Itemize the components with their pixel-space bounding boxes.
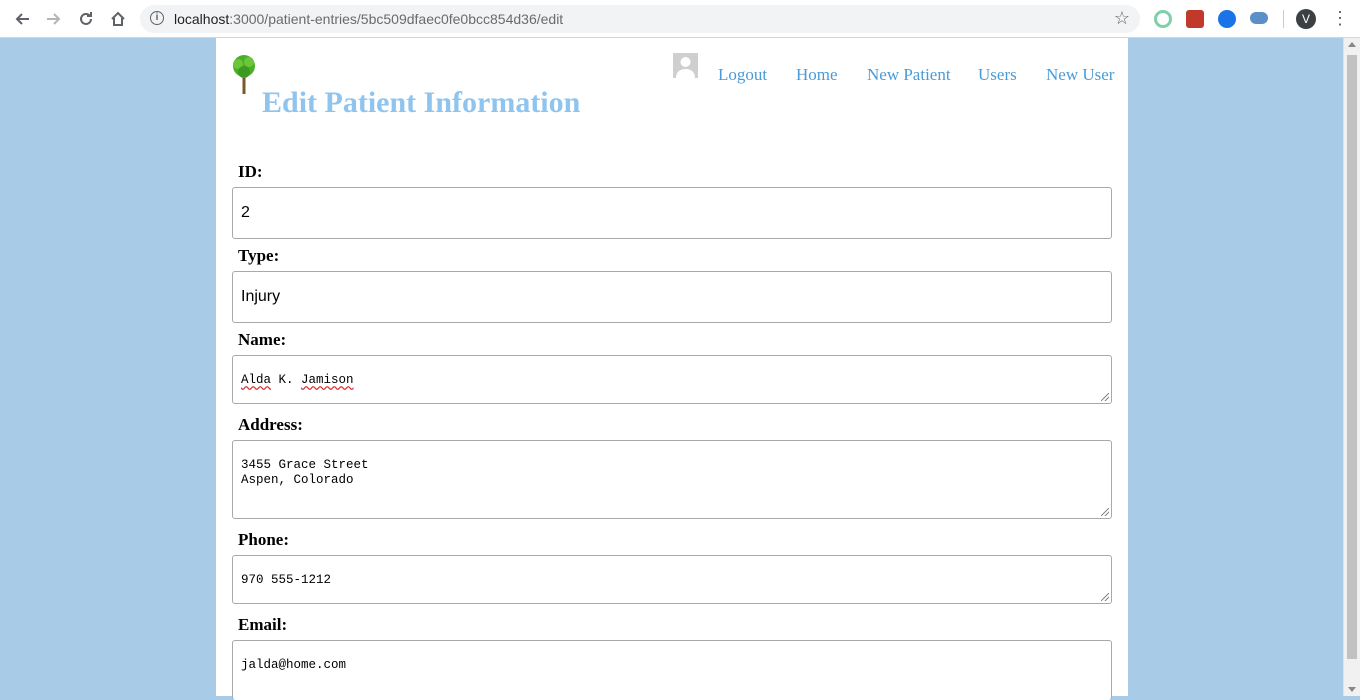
nav-new-user-link[interactable]: New User bbox=[1046, 65, 1114, 85]
email-label: Email: bbox=[238, 615, 288, 634]
type-label: Type: bbox=[238, 246, 280, 265]
forward-arrow-icon[interactable] bbox=[43, 8, 65, 30]
type-field[interactable]: Injury bbox=[232, 271, 1112, 323]
name-textarea[interactable]: Alda K. Jamison bbox=[232, 355, 1112, 404]
extension-blue-icon[interactable] bbox=[1218, 10, 1236, 28]
url-text[interactable]: localhost:3000/patient-entries/5bc509dfa… bbox=[174, 11, 563, 27]
tree-logo-icon bbox=[233, 55, 255, 94]
id-label: ID: bbox=[238, 162, 263, 181]
name-label: Name: bbox=[238, 330, 287, 349]
type-value: Injury bbox=[241, 288, 281, 305]
resize-handle[interactable] bbox=[1101, 508, 1109, 516]
email-value: jalda@home.com bbox=[241, 658, 347, 672]
phone-textarea[interactable]: 970 555-1212 bbox=[232, 555, 1112, 604]
user-avatar-icon[interactable] bbox=[673, 53, 698, 78]
page-scrollbar[interactable] bbox=[1343, 38, 1360, 696]
scrollbar-thumb[interactable] bbox=[1347, 55, 1357, 659]
resize-handle[interactable] bbox=[1101, 393, 1109, 401]
name-last: Jamison bbox=[301, 373, 354, 387]
scroll-up-icon[interactable] bbox=[1348, 42, 1356, 47]
name-value: Alda K. Jamison bbox=[241, 373, 354, 388]
menu-dots-icon[interactable]: ⋮ bbox=[1331, 7, 1349, 29]
home-icon[interactable] bbox=[107, 8, 129, 30]
phone-value: 970 555-1212 bbox=[241, 573, 332, 587]
star-icon[interactable]: ☆ bbox=[1114, 8, 1130, 29]
reload-icon[interactable] bbox=[75, 8, 97, 30]
id-field[interactable]: 2 bbox=[232, 187, 1112, 239]
browser-toolbar: i localhost:3000/patient-entries/5bc509d… bbox=[0, 0, 1360, 38]
page-content: Edit Patient Information Logout Home New… bbox=[216, 38, 1128, 700]
address-textarea[interactable]: 3455 Grace Street Aspen, Colorado bbox=[232, 440, 1112, 519]
extension-green-icon[interactable] bbox=[1154, 10, 1172, 28]
email-textarea[interactable]: jalda@home.com bbox=[232, 640, 1112, 700]
scroll-down-icon[interactable] bbox=[1348, 687, 1356, 692]
extension-red-icon[interactable] bbox=[1186, 10, 1204, 28]
info-icon[interactable]: i bbox=[150, 11, 164, 25]
phone-label: Phone: bbox=[238, 530, 289, 549]
page-title: Edit Patient Information bbox=[262, 86, 581, 119]
url-host: localhost bbox=[174, 11, 230, 27]
extension-cloud-icon[interactable] bbox=[1250, 12, 1268, 24]
resize-handle[interactable] bbox=[1101, 593, 1109, 601]
url-path: :3000/patient-entries/5bc509dfaec0fe0bcc… bbox=[229, 11, 564, 27]
toolbar-divider bbox=[1283, 10, 1284, 28]
name-middle: K. bbox=[271, 373, 302, 387]
address-value: 3455 Grace Street Aspen, Colorado bbox=[241, 458, 369, 487]
address-bar[interactable]: i localhost:3000/patient-entries/5bc509d… bbox=[140, 5, 1140, 33]
name-first: Alda bbox=[241, 373, 272, 387]
nav-home-link[interactable]: Home bbox=[796, 65, 838, 85]
nav-users-link[interactable]: Users bbox=[978, 65, 1017, 85]
profile-avatar[interactable]: V bbox=[1296, 9, 1316, 29]
nav-logout-link[interactable]: Logout bbox=[718, 65, 767, 85]
id-value: 2 bbox=[241, 204, 250, 221]
back-arrow-icon[interactable] bbox=[11, 8, 33, 30]
address-label: Address: bbox=[238, 415, 303, 434]
nav-new-patient-link[interactable]: New Patient bbox=[867, 65, 951, 85]
